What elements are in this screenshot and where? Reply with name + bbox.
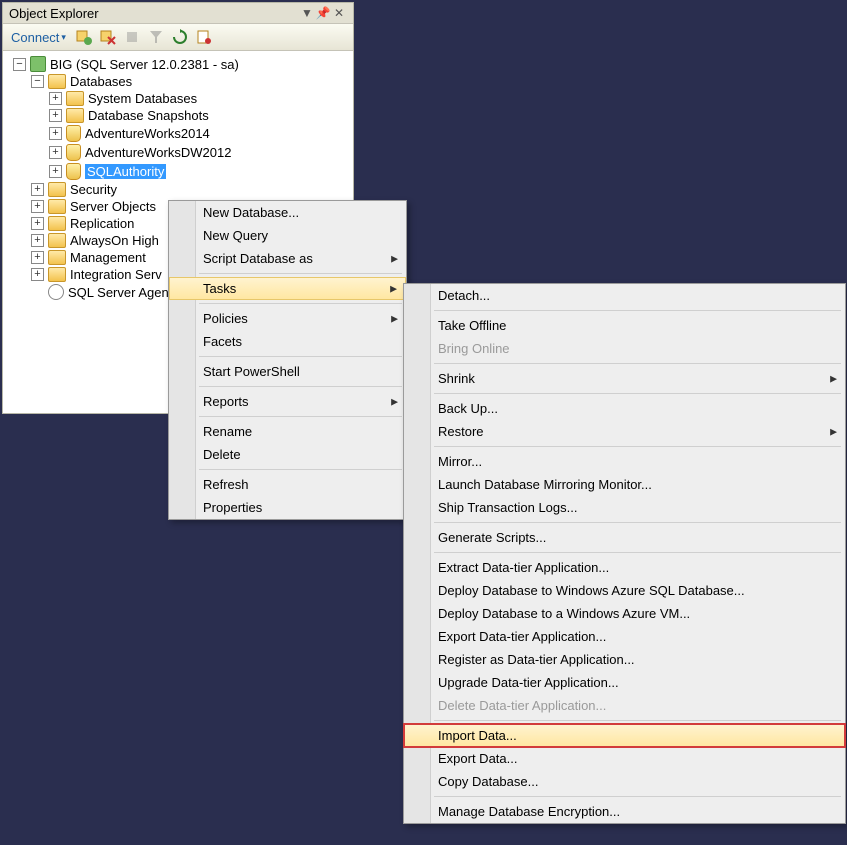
menu-separator (434, 522, 841, 523)
menu-upgrade-data-tier[interactable]: Upgrade Data-tier Application... (404, 671, 845, 694)
menu-copy-database[interactable]: Copy Database... (404, 770, 845, 793)
menu-rename[interactable]: Rename (169, 420, 406, 443)
menu-separator (199, 416, 402, 417)
folder-icon (48, 199, 66, 214)
collapse-icon[interactable]: − (13, 58, 26, 71)
dropdown-icon[interactable]: ▼ (299, 5, 315, 21)
menu-separator (199, 469, 402, 470)
tree-node-sqlauthority[interactable]: +SQLAuthority (5, 162, 351, 181)
tree-node-aw2014[interactable]: +AdventureWorks2014 (5, 124, 351, 143)
context-menu-database: New Database... New Query Script Databas… (168, 200, 407, 520)
menu-delete-data-tier: Delete Data-tier Application... (404, 694, 845, 717)
menu-separator (199, 356, 402, 357)
menu-bring-online: Bring Online (404, 337, 845, 360)
stop-icon (122, 27, 142, 47)
menu-start-powershell[interactable]: Start PowerShell (169, 360, 406, 383)
agent-icon (48, 284, 64, 300)
expand-icon[interactable]: + (49, 109, 62, 122)
menu-ship-transaction-logs[interactable]: Ship Transaction Logs... (404, 496, 845, 519)
menu-separator (434, 310, 841, 311)
menu-manage-encryption[interactable]: Manage Database Encryption... (404, 800, 845, 823)
folder-icon (48, 267, 66, 282)
menu-separator (434, 552, 841, 553)
expand-icon[interactable]: + (49, 92, 62, 105)
server-icon (30, 56, 46, 72)
menu-generate-scripts[interactable]: Generate Scripts... (404, 526, 845, 549)
database-icon (66, 144, 81, 161)
tree-node-awdw2012[interactable]: +AdventureWorksDW2012 (5, 143, 351, 162)
expand-icon[interactable]: + (49, 127, 62, 140)
menu-separator (434, 363, 841, 364)
disconnect-server-icon[interactable] (98, 27, 118, 47)
menu-refresh[interactable]: Refresh (169, 473, 406, 496)
refresh-icon[interactable] (170, 27, 190, 47)
collapse-icon[interactable]: − (31, 75, 44, 88)
menu-script-database[interactable]: Script Database as (169, 247, 406, 270)
pin-icon[interactable]: 📌 (315, 5, 331, 21)
menu-extract-data-tier[interactable]: Extract Data-tier Application... (404, 556, 845, 579)
menu-mirror[interactable]: Mirror... (404, 450, 845, 473)
menu-separator (434, 393, 841, 394)
panel-titlebar: Object Explorer ▼ 📌 ✕ (3, 3, 353, 24)
menu-export-data-tier[interactable]: Export Data-tier Application... (404, 625, 845, 648)
menu-new-query[interactable]: New Query (169, 224, 406, 247)
folder-icon (66, 108, 84, 123)
menu-export-data[interactable]: Export Data... (404, 747, 845, 770)
expand-icon[interactable]: + (31, 200, 44, 213)
menu-properties[interactable]: Properties (169, 496, 406, 519)
database-icon (66, 125, 81, 142)
menu-separator (434, 796, 841, 797)
menu-separator (199, 273, 402, 274)
close-icon[interactable]: ✕ (331, 5, 347, 21)
menu-back-up[interactable]: Back Up... (404, 397, 845, 420)
folder-icon (48, 74, 66, 89)
panel-title-text: Object Explorer (9, 6, 299, 21)
menu-separator (199, 303, 402, 304)
context-menu-tasks: Detach... Take Offline Bring Online Shri… (403, 283, 846, 824)
menu-launch-mirroring-monitor[interactable]: Launch Database Mirroring Monitor... (404, 473, 845, 496)
tree-node-server[interactable]: −BIG (SQL Server 12.0.2381 - sa) (5, 55, 351, 73)
folder-icon (48, 233, 66, 248)
filter-icon[interactable] (146, 27, 166, 47)
script-icon[interactable] (194, 27, 214, 47)
tree-node-systemdb[interactable]: +System Databases (5, 90, 351, 107)
menu-separator (199, 386, 402, 387)
folder-icon (48, 182, 66, 197)
expand-icon[interactable]: + (31, 251, 44, 264)
expand-icon[interactable]: + (49, 146, 62, 159)
expand-icon[interactable]: + (31, 183, 44, 196)
menu-detach[interactable]: Detach... (404, 284, 845, 307)
menu-deploy-azure-db[interactable]: Deploy Database to Windows Azure SQL Dat… (404, 579, 845, 602)
menu-separator (434, 446, 841, 447)
tree-node-security[interactable]: +Security (5, 181, 351, 198)
tree-node-databases[interactable]: −Databases (5, 73, 351, 90)
menu-facets[interactable]: Facets (169, 330, 406, 353)
menu-new-database[interactable]: New Database... (169, 201, 406, 224)
expand-icon[interactable]: + (31, 268, 44, 281)
menu-take-offline[interactable]: Take Offline (404, 314, 845, 337)
tree-node-snapshots[interactable]: +Database Snapshots (5, 107, 351, 124)
toolbar: Connect▾ (3, 24, 353, 51)
expand-icon[interactable]: + (49, 165, 62, 178)
connect-server-icon[interactable] (74, 27, 94, 47)
menu-restore[interactable]: Restore (404, 420, 845, 443)
database-icon (66, 163, 81, 180)
menu-register-data-tier[interactable]: Register as Data-tier Application... (404, 648, 845, 671)
menu-separator (434, 720, 841, 721)
menu-reports[interactable]: Reports (169, 390, 406, 413)
menu-deploy-azure-vm[interactable]: Deploy Database to a Windows Azure VM... (404, 602, 845, 625)
folder-icon (48, 250, 66, 265)
folder-icon (48, 216, 66, 231)
connect-button[interactable]: Connect▾ (7, 28, 70, 47)
menu-tasks[interactable]: Tasks (169, 277, 406, 300)
folder-icon (66, 91, 84, 106)
menu-import-data[interactable]: Import Data... (404, 724, 845, 747)
menu-delete[interactable]: Delete (169, 443, 406, 466)
menu-shrink[interactable]: Shrink (404, 367, 845, 390)
expand-icon[interactable]: + (31, 217, 44, 230)
menu-policies[interactable]: Policies (169, 307, 406, 330)
expand-icon[interactable]: + (31, 234, 44, 247)
